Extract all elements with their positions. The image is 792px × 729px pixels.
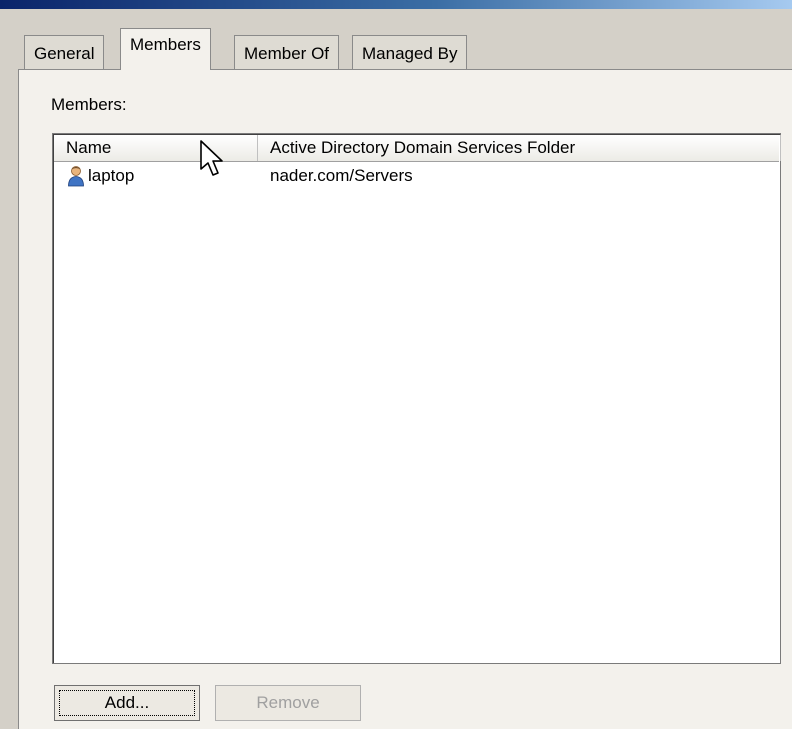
user-icon <box>68 166 84 187</box>
tab-general-label: General <box>34 44 95 63</box>
members-tab-panel: Members: Name Active Directory Domain Se… <box>18 69 792 729</box>
remove-button[interactable]: Remove <box>215 685 361 721</box>
column-header-folder[interactable]: Active Directory Domain Services Folder <box>258 135 781 161</box>
tab-members-label: Members <box>130 35 201 54</box>
members-label: Members: <box>51 95 127 114</box>
tab-general[interactable]: General <box>24 35 105 69</box>
remove-button-label: Remove <box>256 693 320 712</box>
tab-members[interactable]: Members <box>120 28 211 70</box>
add-button[interactable]: Add... <box>54 685 200 721</box>
tab-managed-by-label: Managed By <box>362 44 458 63</box>
list-item-folder: nader.com/Servers <box>270 166 413 185</box>
title-bar-strip <box>0 0 792 9</box>
mouse-pointer-icon <box>200 140 223 176</box>
column-header-name-label: Name <box>66 138 112 157</box>
tab-managed-by[interactable]: Managed By <box>352 35 468 69</box>
tab-member-of[interactable]: Member Of <box>234 35 340 69</box>
members-list[interactable]: Name Active Directory Domain Services Fo… <box>52 133 781 664</box>
list-header: Name Active Directory Domain Services Fo… <box>54 135 781 162</box>
tab-member-of-label: Member Of <box>244 44 330 63</box>
list-item-name: laptop <box>88 166 135 185</box>
list-item[interactable]: laptop nader.com/Servers <box>54 164 779 188</box>
column-header-folder-label: Active Directory Domain Services Folder <box>270 138 576 157</box>
properties-dialog: General Members Member Of Managed By Mem… <box>0 9 792 729</box>
focus-ring <box>59 690 195 716</box>
